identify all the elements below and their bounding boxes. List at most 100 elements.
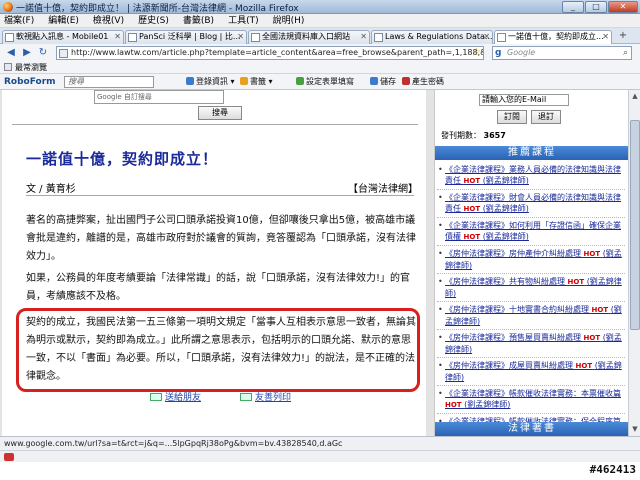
roboform-bookmarks-button[interactable]: 書籤 ▾ xyxy=(240,74,273,90)
tab-current-article[interactable]: 一諾值十億，契約即成立... ✕ xyxy=(494,30,612,45)
course-link[interactable]: 《房仲法律課程》預售屋買賣糾紛處理 HOT (劉孟錦律師) xyxy=(437,332,625,358)
search-box[interactable]: g Google ⌕ xyxy=(492,46,632,60)
article-paragraph: 如果，公務員的年度考績要論「法律常識」的話，說「口頭承諾，沒有法律效力!」的官員… xyxy=(26,273,411,302)
tab-mobile01[interactable]: 軟視點入訊息 - Mobile01 ✕ xyxy=(2,30,124,44)
bookmark-most-visited[interactable]: 最常瀏覽 xyxy=(4,63,47,72)
save-icon xyxy=(370,77,378,85)
sidebar: 請輸入您的E-Mail 訂閱 退訂 發刊期數： 3657 推薦課程 《企業法律課… xyxy=(434,90,628,436)
course-title: 《企業法律課程》帳款催收法律實務：本票催收篇 xyxy=(445,389,621,398)
red-highlight-annotation xyxy=(16,308,420,392)
search-placeholder: Google xyxy=(507,48,536,57)
tab-close-icon[interactable]: ✕ xyxy=(602,31,609,43)
course-instructor: (劉孟錦律師) xyxy=(482,204,529,213)
generate-password-icon xyxy=(402,77,410,85)
course-link[interactable]: 《企業法律課程》帳款催收法律實務：本票催收篇 HOT (劉孟錦律師) xyxy=(437,388,625,414)
vertical-scrollbar[interactable]: ▲ ▼ xyxy=(628,90,640,436)
window-title-bar[interactable]: 一諾值十億，契約即成立！ | 法源新聞所-台灣法律網 - Mozilla Fir… xyxy=(0,0,640,14)
google-search-input[interactable]: Google 自訂搜尋 xyxy=(94,90,224,104)
maximize-button[interactable]: □ xyxy=(585,1,607,13)
tab-close-icon[interactable]: ✕ xyxy=(360,31,367,43)
tab-favicon xyxy=(497,33,506,42)
reload-icon[interactable]: ↻ xyxy=(36,46,50,60)
minimize-button[interactable]: _ xyxy=(562,1,584,13)
tab-close-icon[interactable]: ✕ xyxy=(483,31,490,43)
menu-file[interactable]: 檔案(F) xyxy=(4,14,34,27)
hot-badge: HOT xyxy=(445,401,462,409)
roboform-search-input[interactable]: 搜尋 xyxy=(64,76,154,88)
site-search-button[interactable]: 搜尋 xyxy=(198,106,242,120)
back-arrow-icon[interactable]: ◀ xyxy=(4,46,18,60)
search-icon[interactable]: ⌕ xyxy=(623,47,628,59)
roboform-save-button[interactable]: 儲存 xyxy=(370,74,396,90)
tab-law-database[interactable]: 全國法規資料庫入口網站 ✕ xyxy=(248,30,370,44)
menu-history[interactable]: 歷史(S) xyxy=(138,14,169,27)
roboform-generate-password-button[interactable]: 產生密碼 xyxy=(402,74,444,90)
course-link[interactable]: 《房仲法律課程》十地實書合約糾紛處理 HOT (劉孟錦律師) xyxy=(437,304,625,330)
menu-help[interactable]: 說明(H) xyxy=(273,14,305,27)
roboform-toolbar: RoboForm 搜尋 登錄資訊 ▾ 書籤 ▾ 設定表單填寫 儲存 產生密碼 xyxy=(0,74,640,90)
course-instructor: (劉孟錦律師) xyxy=(464,400,511,409)
course-link[interactable]: 《房仲法律課程》成屋買賣糾紛處理 HOT (劉孟錦律師) xyxy=(437,360,625,386)
status-bar: www.google.com.tw/url?sa=t&rct=j&q=...5l… xyxy=(0,436,640,450)
bookmark-star-icon[interactable]: ☆ xyxy=(472,47,481,59)
menu-tools[interactable]: 工具(T) xyxy=(228,14,259,27)
mail-icon xyxy=(150,393,162,401)
course-link[interactable]: 《房仲法律課程》共有物糾紛處理 HOT (劉孟錦律師) xyxy=(437,276,625,302)
article-source: 【台灣法律網】 xyxy=(348,184,418,195)
forward-arrow-icon[interactable]: ▶ xyxy=(20,46,34,60)
firefox-icon xyxy=(3,2,13,12)
issue-count: 發刊期數： 3657 xyxy=(441,131,506,140)
bookmark-folder-icon xyxy=(4,63,12,71)
tab-close-icon[interactable]: ✕ xyxy=(237,31,244,43)
course-title: 《房仲法律課程》共有物糾紛處理 xyxy=(445,277,565,286)
roboform-fill-forms-button[interactable]: 設定表單填寫 xyxy=(296,74,354,90)
close-button[interactable]: ✕ xyxy=(608,1,638,13)
hot-badge: HOT xyxy=(575,362,593,370)
bookmark-label: 最常瀏覽 xyxy=(15,63,47,72)
course-title: 《房仲法律課程》預售屋買賣糾紛處理 xyxy=(445,333,581,342)
tab-laws-regulations[interactable]: Laws & Regulations Data... ✕ xyxy=(371,30,493,44)
google-engine-icon[interactable]: g xyxy=(495,47,501,59)
tab-bar: 軟視點入訊息 - Mobile01 ✕ PanSci 泛科學 | Blog | … xyxy=(0,28,640,45)
menu-edit[interactable]: 編輯(E) xyxy=(48,14,79,27)
divider xyxy=(26,195,414,196)
unsubscribe-button[interactable]: 退訂 xyxy=(531,110,561,124)
roboform-logo[interactable]: RoboForm xyxy=(4,74,56,90)
hot-badge: HOT xyxy=(567,278,585,286)
navigation-bar: ◀ ▶ ↻ http://www.lawtw.com/article.php?t… xyxy=(0,44,640,62)
page-viewport: Google 自訂搜尋 搜尋 一諾值十億，契約即成立！ 文 / 黃育杉 【台灣法… xyxy=(0,90,628,436)
bookmarks-toolbar: 最常瀏覽 xyxy=(0,62,640,74)
hot-badge: HOT xyxy=(591,306,609,314)
tab-close-icon[interactable]: ✕ xyxy=(114,31,121,43)
course-link[interactable]: 《企業法律課程》業務人員必備的法律知識與法律責任 HOT (劉孟錦律師) xyxy=(437,164,625,190)
newsletter-email-input[interactable]: 請輸入您的E-Mail xyxy=(479,94,569,106)
tab-label: PanSci 泛科學 | Blog | 比... xyxy=(139,32,241,41)
course-title: 《房仲法律課程》房仲產仲介糾紛處理 xyxy=(445,249,581,258)
tab-favicon xyxy=(5,33,14,42)
course-link[interactable]: 《企業法律課程》財會人員必備的法律知識與法律責任 HOT (劉孟錦律師) xyxy=(437,192,625,218)
addon-icon[interactable] xyxy=(4,453,14,461)
scroll-down-arrow-icon[interactable]: ▼ xyxy=(630,424,640,434)
menu-bar: 檔案(F) 編輯(E) 檢視(V) 歷史(S) 書籤(B) 工具(T) 說明(H… xyxy=(0,14,640,28)
new-tab-button[interactable]: + xyxy=(614,30,632,43)
url-bar[interactable]: http://www.lawtw.com/article.php?templat… xyxy=(56,46,484,60)
site-identity-icon[interactable] xyxy=(59,49,68,58)
send-to-friend-link[interactable]: 送給朋友 xyxy=(150,390,201,403)
course-link[interactable]: 《企業法律課程》如何利用「存證信函」確保企業債權 HOT (劉孟錦律師) xyxy=(437,220,625,246)
tab-label: 全國法規資料庫入口網站 xyxy=(262,32,350,41)
article-title: 一諾值十億，契約即成立！ xyxy=(26,150,219,168)
menu-view[interactable]: 檢視(V) xyxy=(93,14,124,27)
course-link[interactable]: 《房仲法律課程》房仲產仲介糾紛處理 HOT (劉孟錦律師) xyxy=(437,248,625,274)
course-instructor: (劉孟錦律師) xyxy=(482,176,529,185)
roboform-logins-button[interactable]: 登錄資訊 ▾ xyxy=(186,74,235,90)
subscribe-button[interactable]: 訂閱 xyxy=(497,110,527,124)
scroll-up-arrow-icon[interactable]: ▲ xyxy=(630,91,640,101)
tab-pansci[interactable]: PanSci 泛科學 | Blog | 比... ✕ xyxy=(125,30,247,44)
print-friendly-link[interactable]: 友善列印 xyxy=(240,390,291,403)
hot-badge: HOT xyxy=(463,233,481,241)
fill-forms-icon xyxy=(296,77,304,85)
scrollbar-thumb[interactable] xyxy=(630,120,640,330)
menu-bookmarks[interactable]: 書籤(B) xyxy=(183,14,214,27)
tab-label: Laws & Regulations Data... xyxy=(385,32,493,41)
divider xyxy=(12,124,418,125)
